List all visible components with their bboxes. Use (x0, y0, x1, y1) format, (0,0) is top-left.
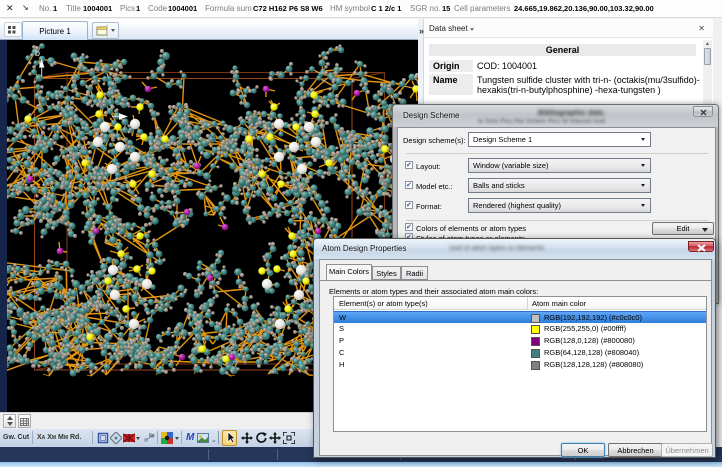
svg-text:b: b (35, 48, 40, 58)
svg-text:Fe: Fe (149, 433, 155, 439)
